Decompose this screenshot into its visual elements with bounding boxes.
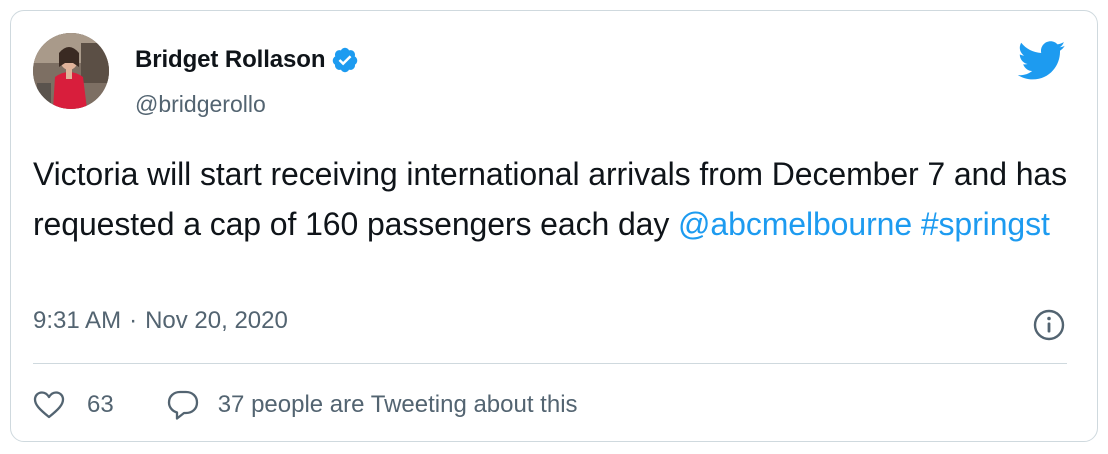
- like-button[interactable]: 63: [33, 390, 114, 420]
- author-name[interactable]: Bridget Rollason: [135, 46, 326, 74]
- avatar[interactable]: [33, 33, 109, 109]
- twitter-bird-icon[interactable]: [1017, 41, 1067, 81]
- info-icon[interactable]: [1031, 307, 1067, 343]
- author-name-row[interactable]: Bridget Rollason: [135, 45, 359, 75]
- verified-badge-icon: [331, 46, 359, 74]
- author-handle[interactable]: @bridgerollo: [135, 91, 266, 118]
- heart-icon[interactable]: [33, 390, 65, 420]
- like-count[interactable]: 63: [87, 391, 114, 419]
- tweet-text: Victoria will start receiving internatio…: [33, 149, 1073, 249]
- meta-separator: ·: [129, 307, 138, 334]
- hashtag-link[interactable]: #springst: [921, 206, 1050, 242]
- tweet-card[interactable]: Bridget Rollason @bridgerollo Victoria w…: [10, 10, 1098, 442]
- tweet-time[interactable]: 9:31 AM: [33, 307, 121, 335]
- tweet-body: Victoria will start receiving internatio…: [33, 156, 1068, 242]
- mention-link[interactable]: @abcmelbourne: [678, 206, 912, 242]
- tweet-timestamp[interactable]: 9:31 AM · Nov 20, 2020: [33, 307, 288, 335]
- speech-bubble-icon[interactable]: [166, 389, 200, 421]
- tweet-date[interactable]: Nov 20, 2020: [145, 307, 288, 335]
- tweet-actions: 63 37 people are Tweeting about this: [33, 389, 578, 421]
- conversation-link[interactable]: 37 people are Tweeting about this: [166, 389, 578, 421]
- conversation-label[interactable]: 37 people are Tweeting about this: [218, 391, 578, 419]
- divider: [33, 363, 1067, 364]
